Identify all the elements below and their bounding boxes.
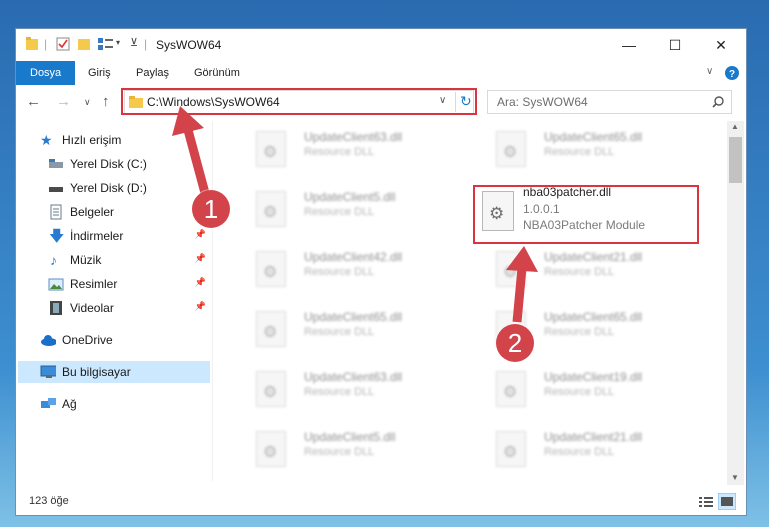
step-1-badge: 1 (192, 190, 230, 228)
arrow-to-address-bar (172, 106, 210, 195)
annotation-arrows (172, 106, 538, 323)
arrow-to-file (506, 246, 538, 323)
step-2-badge: 2 (496, 324, 534, 362)
